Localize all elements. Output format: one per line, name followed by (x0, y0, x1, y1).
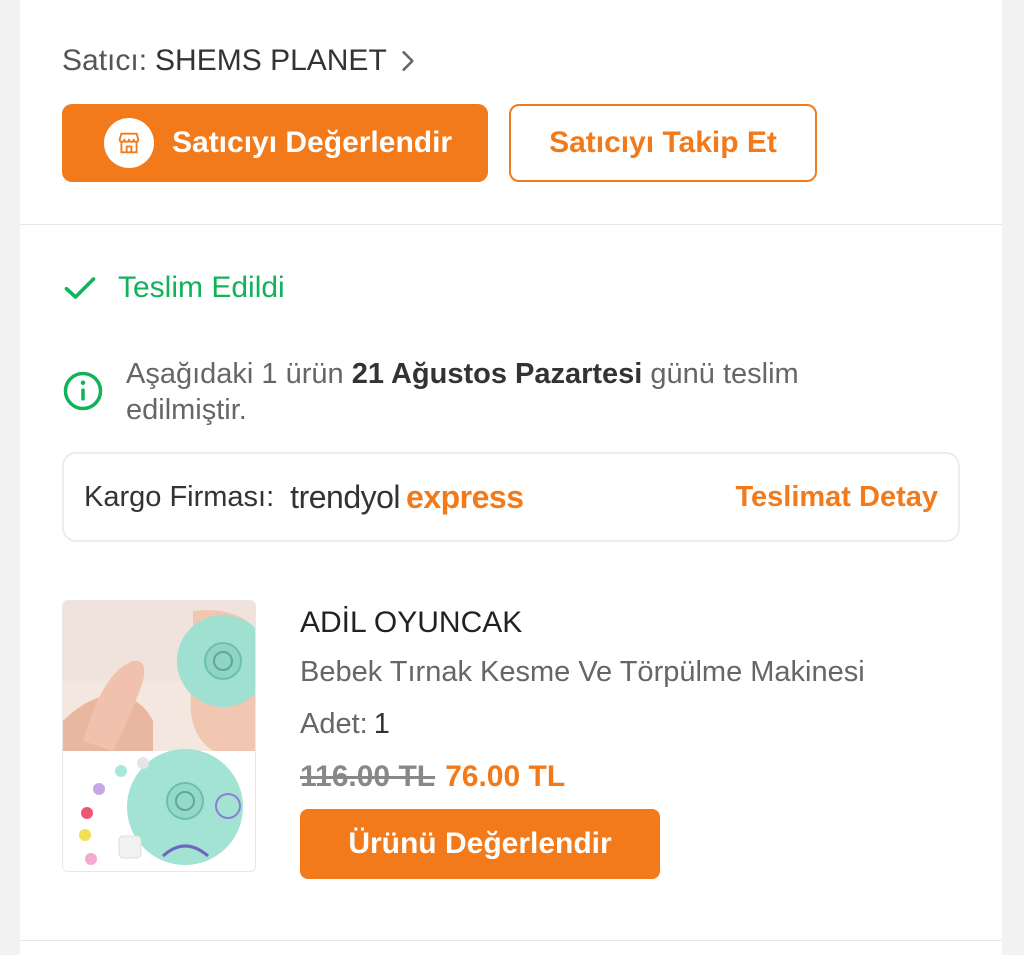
seller-label: Satıcı: (62, 44, 148, 77)
order-card: Satıcı: SHEMS PLANET Satıcıyı Değerlendi… (20, 0, 1002, 955)
check-icon (64, 277, 96, 299)
delivery-detail-link[interactable]: Teslimat Detay (735, 481, 938, 514)
chevron-right-icon[interactable] (395, 48, 421, 74)
store-icon (104, 118, 154, 168)
logo-express: express (406, 478, 524, 515)
seller-row[interactable]: Satıcı: SHEMS PLANET (62, 44, 421, 78)
product-price: 116.00 TL 76.00 TL (300, 760, 565, 794)
product-name[interactable]: Bebek Tırnak Kesme Ve Törpülme Makinesi (300, 656, 865, 689)
delivery-info-text: Aşağıdaki 1 ürün 21 Ağustos Pazartesi gü… (126, 356, 882, 428)
cargo-company-logo: trendyol express (290, 478, 524, 516)
cargo-box: Kargo Firması: trendyol express Teslimat … (62, 452, 960, 542)
product-quantity: Adet: 1 (300, 708, 390, 741)
quantity-value: 1 (373, 708, 390, 740)
seller-name[interactable]: SHEMS PLANET (155, 44, 387, 78)
rate-seller-label: Satıcıyı Değerlendir (172, 126, 453, 159)
bottom-divider (20, 940, 1002, 941)
delivery-info: Aşağıdaki 1 ürün 21 Ağustos Pazartesi gü… (62, 356, 882, 428)
delivery-status-text: Teslim Edildi (118, 271, 285, 304)
old-price: 116.00 TL (300, 760, 436, 793)
follow-seller-button[interactable]: Satıcıyı Takip Et (509, 104, 817, 182)
follow-seller-label: Satıcıyı Takip Et (549, 126, 777, 159)
delivery-status: Teslim Edildi (62, 270, 285, 306)
info-icon (63, 371, 103, 411)
cargo-label: Kargo Firması: (84, 480, 275, 513)
rate-seller-button[interactable]: Satıcıyı Değerlendir (62, 104, 488, 182)
new-price: 76.00 TL (445, 760, 566, 793)
rate-product-label: Ürünü Değerlendir (348, 827, 612, 860)
logo-trendyol: trendyol (290, 478, 401, 515)
quantity-label: Adet: (300, 708, 368, 740)
section-divider (20, 224, 1002, 225)
info-prefix: Aşağıdaki 1 ürün (126, 358, 352, 390)
rate-product-button[interactable]: Ürünü Değerlendir (300, 809, 660, 879)
product-brand: ADİL OYUNCAK (300, 606, 523, 639)
product-image[interactable] (62, 600, 256, 872)
delivery-date: 21 Ağustos Pazartesi (351, 358, 643, 390)
